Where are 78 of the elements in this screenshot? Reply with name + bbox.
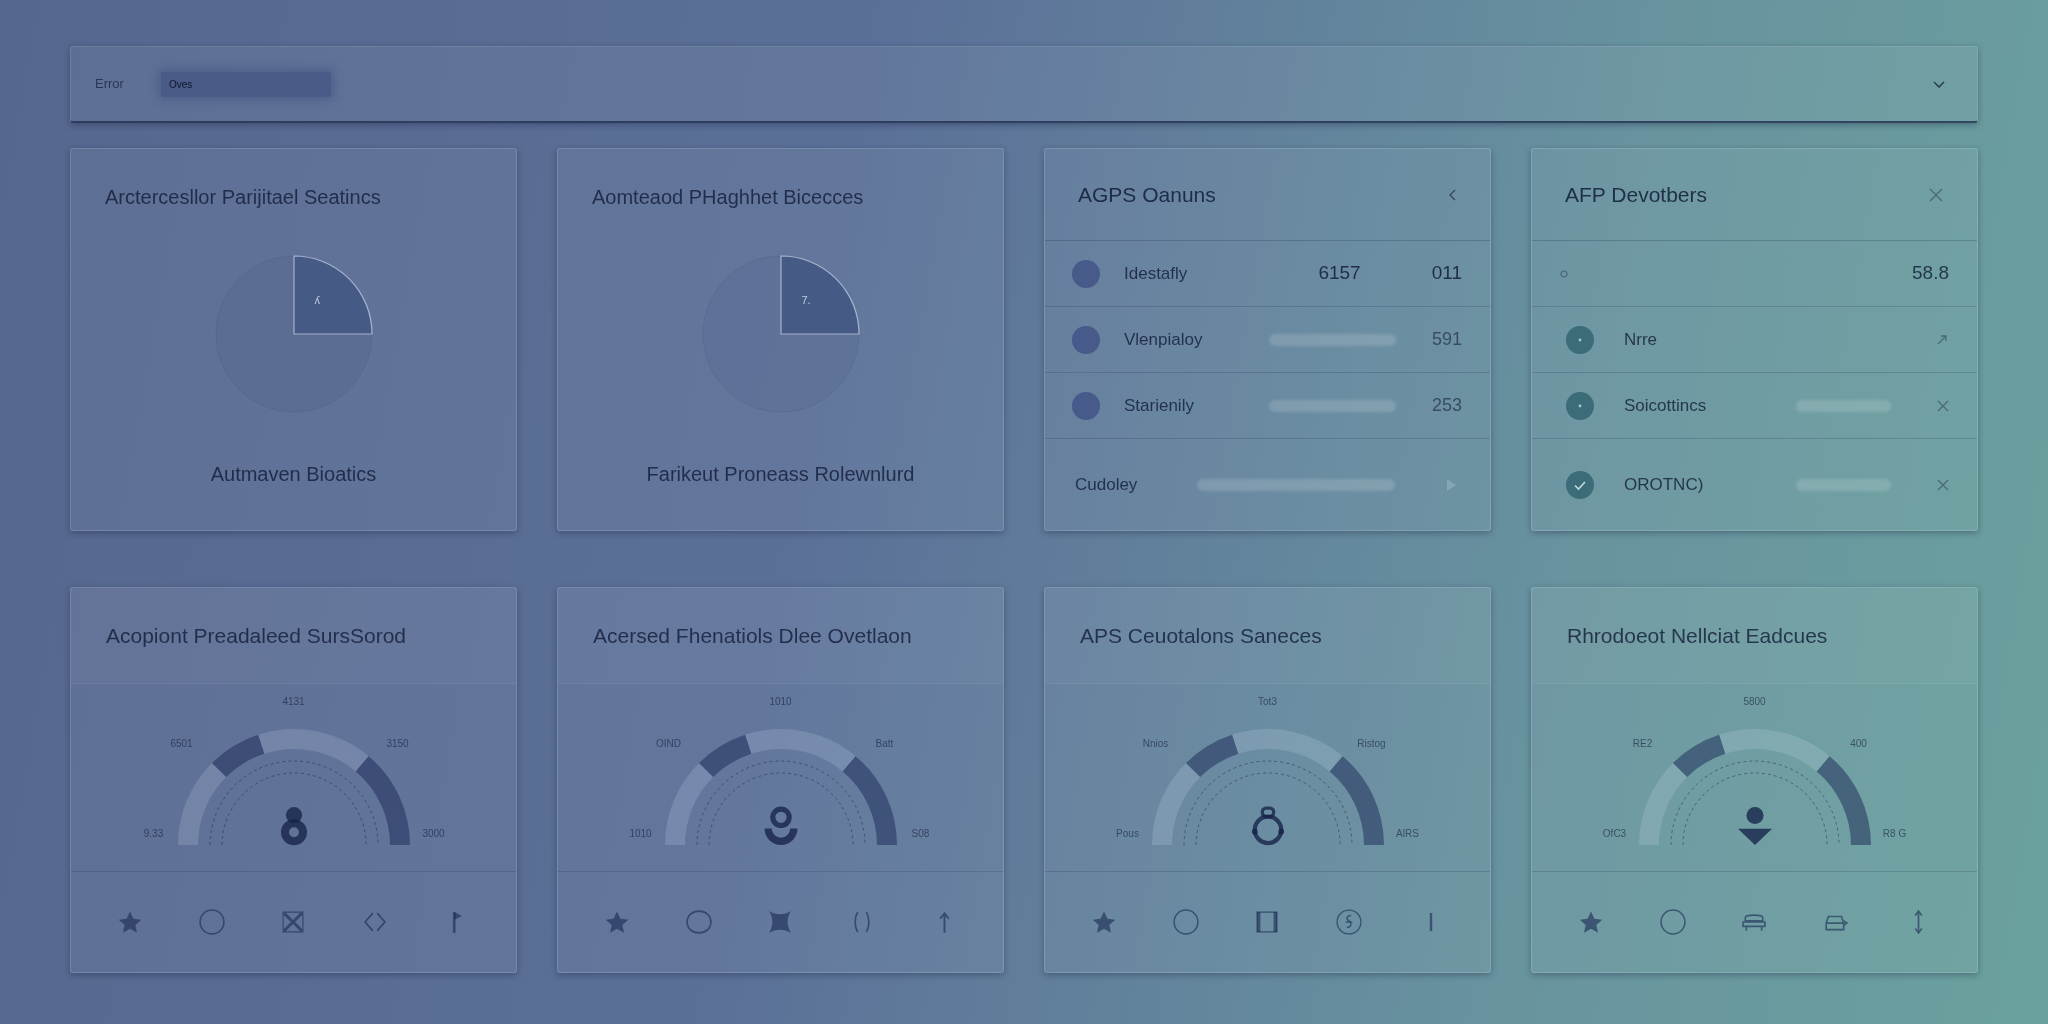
gauge-label: Ristog — [1357, 737, 1386, 750]
close-icon[interactable] — [1929, 187, 1943, 202]
vertical-line-icon[interactable] — [1429, 911, 1434, 933]
frame-icon[interactable] — [1256, 911, 1279, 933]
card-caption: Farikeut Proneass Rolewnlurd — [646, 462, 915, 487]
play-icon[interactable] — [1447, 478, 1456, 491]
checkbox[interactable] — [1566, 325, 1594, 354]
card-title: Acopiont Preadaleed SursSorod — [106, 622, 407, 649]
row-value: 253 — [1431, 394, 1462, 417]
circle-icon[interactable] — [1172, 909, 1199, 935]
card-title: Rhrodoeot Nellciat Eadcues — [1567, 622, 1828, 649]
figure-icon — [280, 806, 307, 846]
star-icon[interactable] — [117, 910, 142, 934]
gauge-label: AlRS — [1396, 827, 1419, 840]
card-title: AGPS Oanuns — [1078, 181, 1216, 208]
row-label: Soicottincs — [1624, 394, 1708, 417]
checkbox[interactable] — [1566, 470, 1594, 499]
gauge-label: 400 — [1850, 737, 1867, 750]
input-field[interactable]: Oves — [160, 71, 331, 97]
checkbox[interactable] — [1566, 391, 1594, 420]
row-label: Nrre — [1624, 328, 1659, 351]
flag-icon[interactable] — [451, 910, 463, 934]
row-value: 591 — [1431, 328, 1462, 351]
cross-icon[interactable] — [282, 911, 305, 933]
up-down-arrow-icon[interactable] — [1912, 910, 1924, 934]
gauge-label: 3000 — [422, 827, 445, 840]
gauge-label: Batt — [875, 737, 894, 750]
chevron-left-icon[interactable] — [1449, 188, 1456, 201]
card-title: APS Ceuotalons Saneces — [1080, 622, 1322, 649]
row-value: 58.8 — [1912, 261, 1949, 286]
gauge-label: 1010 — [769, 695, 792, 708]
circle-icon[interactable] — [685, 910, 712, 934]
small-ring-icon — [1560, 269, 1568, 278]
gauge-label: OfC3 — [1602, 827, 1627, 840]
parentheses-icon[interactable] — [853, 911, 872, 933]
gauge-label: 9.33 — [143, 827, 164, 840]
card-title: Acersed Fhenatiols Dlee Ovetlaon — [593, 622, 912, 649]
gauge-label: RE2 — [1632, 737, 1653, 750]
up-arrow-icon[interactable] — [937, 911, 951, 933]
row-label: Cudoley — [1075, 473, 1139, 496]
card-title: Aomteaod PHaghhet Bicecces — [591, 185, 864, 210]
row-label: Idestafly — [1124, 262, 1189, 285]
star-icon[interactable] — [604, 910, 629, 934]
close-icon[interactable] — [1937, 399, 1949, 412]
slice-label: ʎ — [314, 293, 320, 307]
four-point-star-icon[interactable] — [768, 910, 793, 934]
gauge-label: 1010 — [629, 827, 652, 840]
circle-icon[interactable] — [1659, 909, 1686, 935]
row-value: 011 — [1431, 261, 1462, 286]
gauge-label: Tot3 — [1258, 695, 1277, 708]
gauge-label: 4131 — [282, 695, 305, 708]
row-label: Starienily — [1124, 394, 1195, 417]
circle-icon[interactable] — [198, 909, 225, 935]
star-icon[interactable] — [1091, 910, 1116, 934]
row-label: OROTNC) — [1624, 473, 1705, 496]
row-value: 6157 — [1318, 261, 1361, 286]
chevron-down-icon[interactable] — [1933, 80, 1945, 88]
gauge-label: Nnios — [1142, 737, 1169, 750]
star-icon[interactable] — [1578, 910, 1603, 934]
user-icon — [1736, 806, 1773, 846]
user-icon — [763, 806, 798, 846]
kettlebell-icon — [1250, 806, 1285, 846]
slice-label: 7. — [801, 293, 811, 307]
card-title: AFP Devotbers — [1565, 181, 1707, 208]
diagonal-arrow-icon[interactable] — [1937, 334, 1947, 345]
row-label: Vlenpialoy — [1124, 328, 1204, 351]
chevron-pair-icon[interactable] — [364, 912, 387, 932]
gauge-label: 3150 — [386, 737, 409, 750]
card-caption: Autmaven Bioatics — [210, 462, 377, 487]
gauge-label: R8 G — [1882, 827, 1907, 840]
card-title: Arctercesllor Parijitael Seatincs — [104, 185, 381, 210]
circled-symbol-icon[interactable] — [1336, 909, 1363, 935]
close-icon[interactable] — [1937, 478, 1949, 491]
gauge-label: S08 — [911, 827, 930, 840]
bed-icon[interactable] — [1742, 912, 1767, 932]
gauge-label: 5800 — [1743, 695, 1766, 708]
gauge-label: Pous — [1116, 827, 1139, 840]
field-label: Error — [95, 75, 124, 94]
